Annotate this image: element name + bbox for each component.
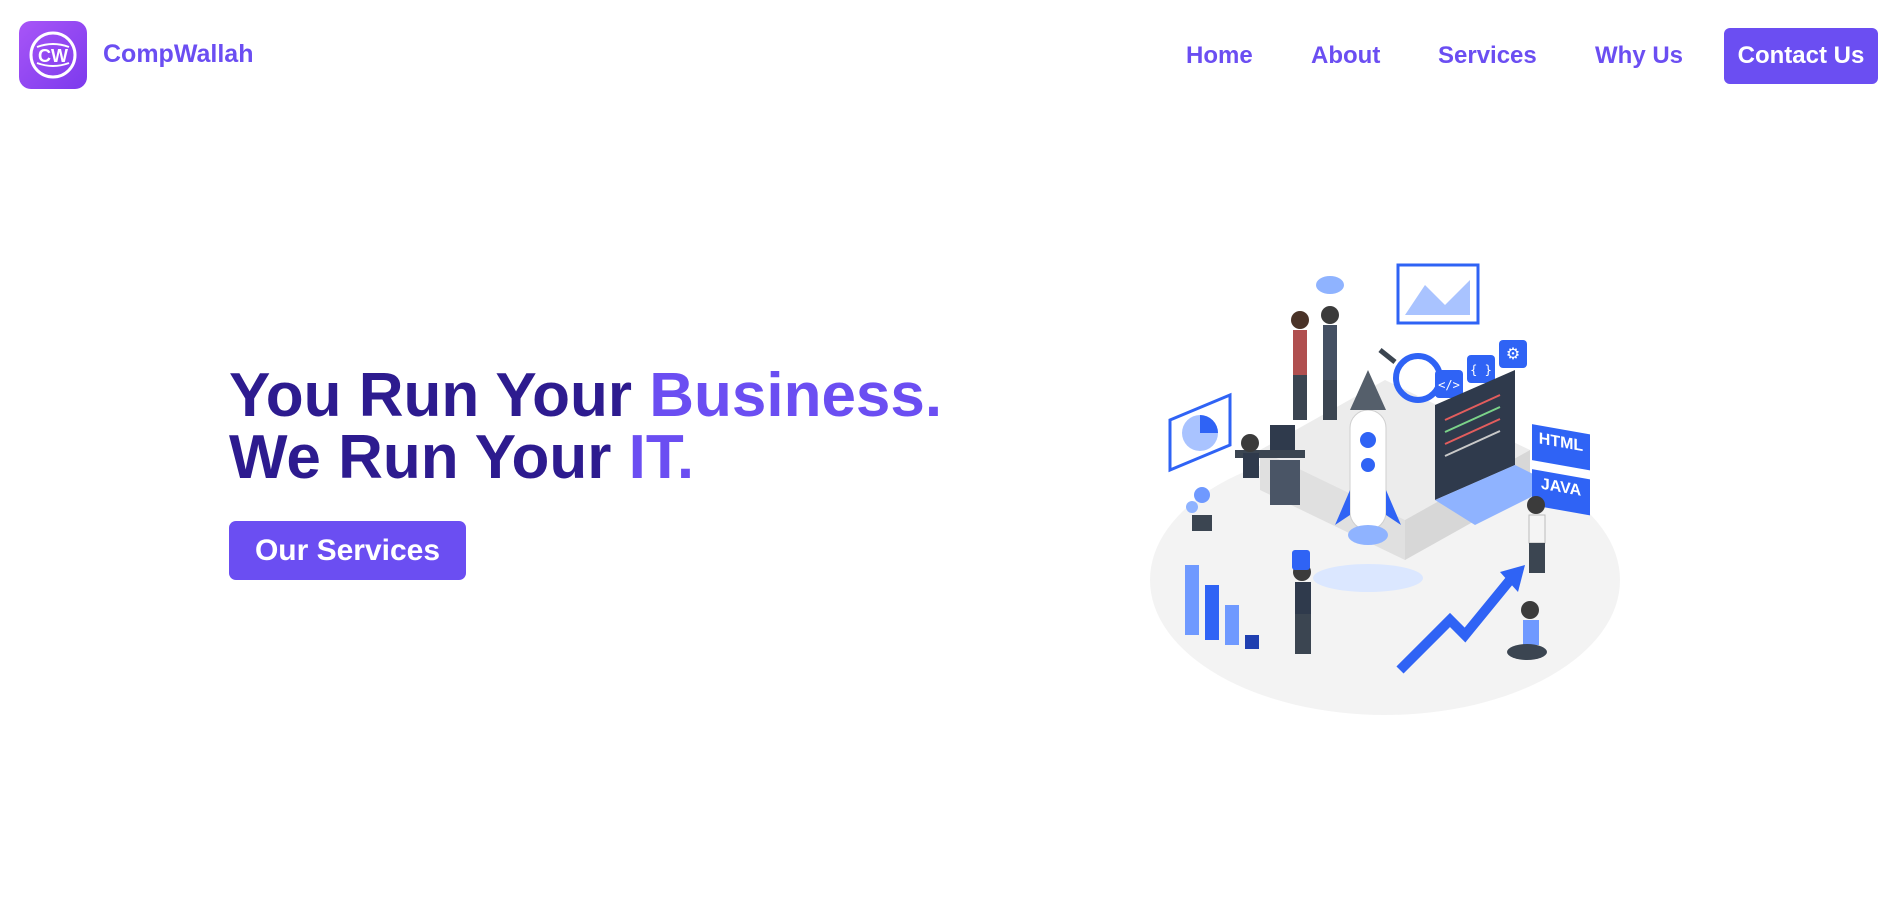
nav-link-why-us[interactable]: Why Us <box>1595 42 1683 70</box>
hero-line-1-highlight: Business. <box>649 361 943 430</box>
contact-us-button[interactable]: Contact Us <box>1724 28 1878 84</box>
hero-headline: You Run Your Business. We Run Your IT. <box>229 365 942 489</box>
gear-icon: ⚙ <box>1506 344 1520 363</box>
hero-line-2-highlight: IT. <box>628 423 695 492</box>
brand-name[interactable]: CompWallah <box>103 40 253 69</box>
hero-line-2-lead: We Run Your <box>229 423 612 492</box>
logo-mark: CW <box>29 31 77 79</box>
logo-monogram: CW <box>38 46 68 66</box>
braces-icon: { } <box>1470 363 1492 377</box>
hero-line-1: You Run Your Business. <box>229 365 942 427</box>
hero-illustration: </> { } ⚙ HTML JAVA <box>1140 260 1640 730</box>
hero-line-1-lead: You Run Your <box>229 361 632 430</box>
nav-link-home[interactable]: Home <box>1186 42 1253 70</box>
nav-link-about[interactable]: About <box>1311 42 1380 70</box>
nav-link-services[interactable]: Services <box>1438 42 1537 70</box>
isometric-tech-team-illustration: </> { } ⚙ HTML JAVA <box>1150 263 1620 715</box>
compwallah-logo[interactable]: CW <box>19 21 87 89</box>
hero-line-2: We Run Your IT. <box>229 427 942 489</box>
top-navigation: CW CompWallah Home About Services Why Us… <box>0 0 1891 112</box>
our-services-button[interactable]: Our Services <box>229 521 466 580</box>
code-tag-icon: </> <box>1438 378 1460 392</box>
